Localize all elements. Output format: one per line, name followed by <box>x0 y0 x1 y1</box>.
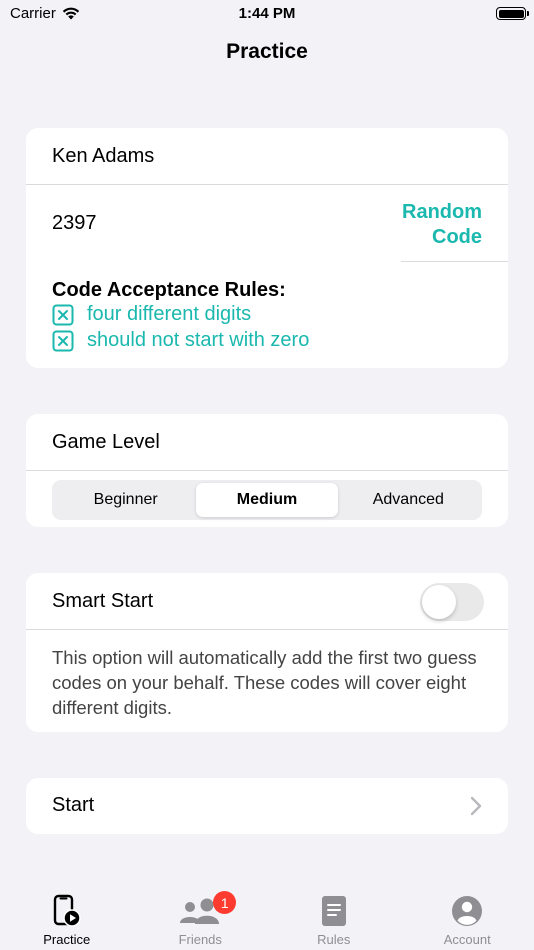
game-level-card: Game Level Beginner Medium Advanced <box>26 414 508 527</box>
tab-rules[interactable]: Rules <box>267 880 401 950</box>
tab-label: Practice <box>43 932 91 947</box>
divider <box>401 261 508 262</box>
code-field[interactable]: 2397 <box>52 212 97 235</box>
x-box-icon <box>52 330 74 351</box>
rule-item: should not start with zero <box>52 329 309 352</box>
battery-icon <box>496 7 529 20</box>
tab-label: Account <box>443 932 491 947</box>
divider <box>26 470 508 471</box>
person-circle-icon <box>452 896 483 926</box>
phone-play-icon <box>53 894 81 927</box>
level-option-beginner[interactable]: Beginner <box>55 483 196 517</box>
tab-bar: Practice 1 Friends Rules Account <box>0 880 534 950</box>
divider <box>26 629 508 630</box>
divider <box>26 184 508 185</box>
tab-label: Friends <box>178 932 222 947</box>
game-level-segmented-control: Beginner Medium Advanced <box>52 480 482 520</box>
smart-start-description: This option will automatically add the f… <box>52 647 477 718</box>
random-code-label: Random Code <box>402 201 482 248</box>
status-bar: Carrier 1:44 PM <box>0 0 534 28</box>
player-code-card: Ken Adams 2397 Random Code Code Acceptan… <box>26 128 508 368</box>
tab-practice[interactable]: Practice <box>0 880 134 950</box>
rule-text: four different digits <box>87 303 252 325</box>
document-icon <box>321 896 346 926</box>
start-row[interactable]: Start <box>26 778 508 834</box>
start-label: Start <box>52 794 95 816</box>
random-code-button[interactable]: Random Code <box>372 200 482 250</box>
tab-label: Rules <box>317 932 351 947</box>
player-name: Ken Adams <box>52 145 155 167</box>
rules-heading: Code Acceptance Rules: <box>52 279 286 301</box>
clock: 1:44 PM <box>238 5 296 22</box>
x-box-icon <box>52 304 74 325</box>
rule-item: four different digits <box>52 303 251 326</box>
notification-badge: 1 <box>213 891 237 914</box>
toggle-knob <box>422 585 456 619</box>
smart-start-card: Smart Start This option will automatical… <box>26 573 508 732</box>
page-title: Practice <box>226 40 308 63</box>
rule-text: should not start with zero <box>87 329 310 351</box>
smart-start-label: Smart Start <box>52 590 154 612</box>
level-option-advanced[interactable]: Advanced <box>338 483 479 517</box>
smart-start-toggle[interactable] <box>420 583 484 621</box>
chevron-right-icon <box>470 796 482 816</box>
tab-account[interactable]: Account <box>401 880 534 950</box>
tab-friends[interactable]: 1 Friends <box>134 880 268 950</box>
level-option-medium[interactable]: Medium <box>196 483 338 517</box>
game-level-label: Game Level <box>52 431 160 453</box>
